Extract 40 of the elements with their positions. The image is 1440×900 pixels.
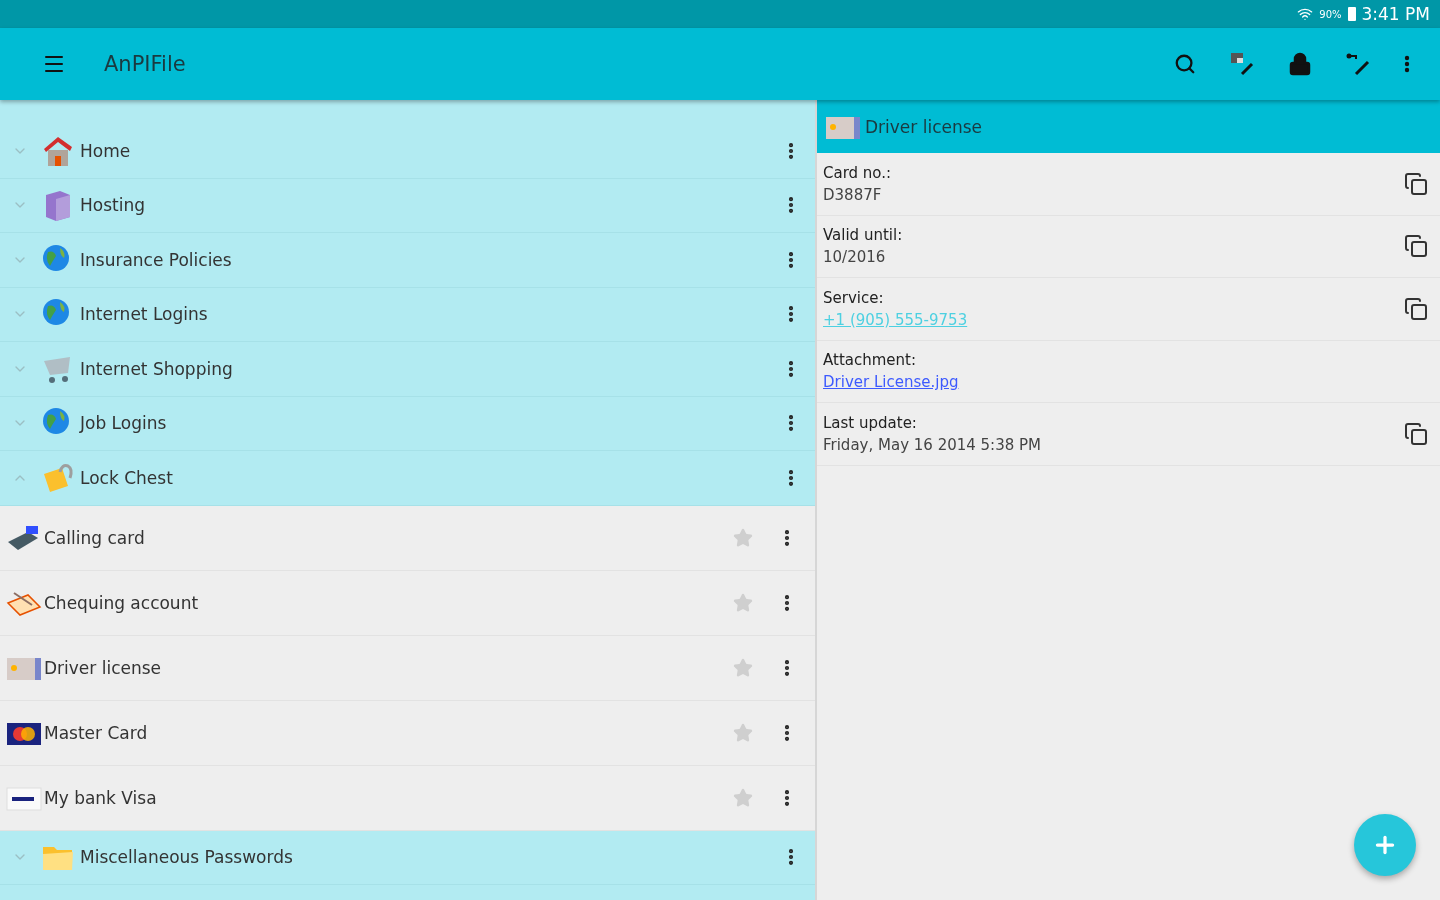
folder-row[interactable]: Lock Chest bbox=[0, 451, 815, 506]
edit-image-icon bbox=[1228, 50, 1256, 78]
folder-row[interactable]: Miscellaneous Passwords bbox=[0, 830, 815, 885]
folder-name: Internet Logins bbox=[80, 304, 209, 325]
lock-icon bbox=[1288, 52, 1312, 76]
item-name: Calling card bbox=[44, 527, 146, 548]
battery-icon bbox=[1347, 7, 1356, 21]
detail-title: Driver license bbox=[865, 116, 983, 137]
field-label: Card no.: bbox=[823, 163, 893, 182]
folder-name: Job Logins bbox=[80, 413, 168, 434]
folder-name: Lock Chest bbox=[80, 467, 174, 488]
folder-row[interactable]: Job Logins bbox=[0, 396, 815, 451]
more-icon bbox=[1404, 55, 1410, 73]
folder-row[interactable]: Insurance Policies bbox=[0, 233, 815, 288]
folder-name: Internet Shopping bbox=[80, 358, 234, 379]
field-label: Service: bbox=[823, 288, 885, 307]
folder-name: Miscellaneous Passwords bbox=[80, 847, 294, 868]
app-title: AnPIFile bbox=[104, 52, 187, 76]
clock-time: 3:41 PM bbox=[1361, 4, 1430, 24]
folder-row[interactable]: Home bbox=[0, 124, 815, 179]
field-label: Valid until: bbox=[823, 226, 904, 245]
folder-name: Hosting bbox=[80, 195, 146, 216]
folder-row[interactable]: Hosting bbox=[0, 178, 815, 233]
field-label: Last update: bbox=[823, 413, 918, 432]
folder-name: Insurance Policies bbox=[80, 249, 233, 270]
folder-row[interactable]: Internet Shopping bbox=[0, 342, 815, 397]
wifi-icon bbox=[1297, 6, 1314, 22]
field-value: 10/2016 bbox=[823, 248, 887, 267]
search-icon bbox=[1174, 53, 1196, 75]
battery-percent: 90% bbox=[1319, 8, 1342, 20]
field-label: Attachment: bbox=[823, 351, 917, 370]
field-value: D3887F bbox=[823, 185, 883, 204]
item-name: Driver license bbox=[44, 657, 163, 678]
item-name: My bank Visa bbox=[44, 787, 158, 808]
item-name: Chequing account bbox=[44, 592, 200, 613]
folder-row[interactable]: Internet Logins bbox=[0, 287, 815, 342]
item-name: Master Card bbox=[44, 722, 149, 743]
attachment-link[interactable]: Driver License.jpg bbox=[823, 373, 959, 392]
field-value: Friday, May 16 2014 5:38 PM bbox=[823, 435, 1042, 454]
folder-name: Home bbox=[80, 140, 132, 161]
